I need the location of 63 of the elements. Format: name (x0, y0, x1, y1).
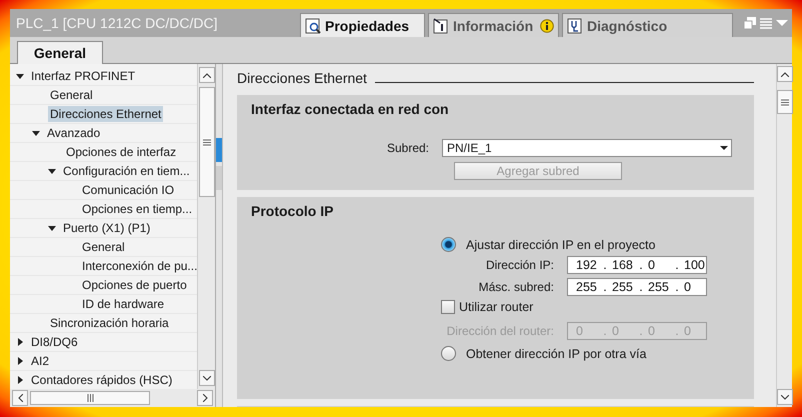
tree-item[interactable]: Interconexión de pu... (80, 258, 197, 274)
checkbox-label: Utilizar router (459, 300, 534, 314)
chevron-down-icon (202, 376, 210, 380)
tree-item[interactable]: Opciones en tiemp... (80, 201, 194, 217)
scroll-right-button[interactable] (197, 390, 213, 406)
magnifier-sheet-icon (305, 18, 321, 34)
scroll-thumb[interactable] (776, 90, 792, 114)
expanded-triangle-icon[interactable] (48, 167, 56, 175)
tree-item[interactable]: Comunicación IO (80, 182, 176, 198)
field-label: Dirección IP: (484, 258, 554, 272)
panel-tab[interactable]: Información (428, 13, 559, 37)
scroll-down-button[interactable] (198, 370, 214, 386)
ip-input-field[interactable]: 255 . 255 . 255 . 0 (567, 278, 707, 296)
scroll-thumb[interactable] (198, 87, 214, 197)
subnet-dropdown[interactable]: PN/IE_1 (442, 139, 732, 157)
scroll-down-button[interactable] (776, 389, 792, 405)
splitter-arrow-handle[interactable] (216, 166, 222, 190)
radio-button[interactable] (441, 346, 456, 361)
chevron-down-icon (780, 394, 788, 400)
tree-item[interactable]: Contadores rápidos (HSC) (29, 372, 174, 388)
tree-item[interactable]: General (80, 239, 127, 255)
collapsed-triangle-icon[interactable] (16, 376, 24, 384)
radio-button[interactable] (441, 237, 456, 252)
chevron-up-icon (780, 72, 788, 76)
ip-input-field[interactable]: 192 . 168 . 0 . 100 (567, 256, 707, 274)
tree-item[interactable]: Opciones de interfaz (64, 144, 178, 160)
panel-tab[interactable]: Propiedades (300, 13, 425, 37)
tree-item[interactable]: Avanzado (45, 125, 102, 141)
expanded-triangle-icon[interactable] (48, 224, 56, 232)
scroll-left-button[interactable] (12, 390, 28, 406)
tree-item[interactable]: AI2 (29, 353, 52, 369)
tree-item[interactable]: Opciones de puerto (80, 277, 189, 293)
checkbox[interactable] (441, 300, 455, 314)
tree-item[interactable]: Sincronización horaria (48, 315, 171, 331)
radio-label: Obtener dirección IP por otra vía (466, 346, 646, 360)
collapsed-triangle-icon[interactable] (16, 338, 24, 346)
radio-label: Ajustar dirección IP en el proyecto (466, 238, 656, 252)
chevron-up-icon (202, 72, 210, 78)
page-heading: Direcciones Ethernet (237, 70, 367, 86)
field-label: Másc. subred: (478, 280, 554, 294)
collapsed-triangle-icon[interactable] (16, 357, 24, 365)
section-tab[interactable]: General (17, 41, 103, 64)
scroll-up-button[interactable] (776, 66, 792, 82)
tree-item[interactable]: Configuración en tiem... (61, 163, 192, 179)
tree-item[interactable]: DI8/DQ6 (29, 334, 80, 350)
chevron-left-icon (18, 394, 22, 402)
horizontal-scroll-thumb[interactable] (30, 391, 150, 405)
panel-tab[interactable]: Diagnóstico (562, 13, 733, 37)
expanded-triangle-icon[interactable] (16, 72, 24, 80)
expanded-triangle-icon[interactable] (32, 129, 40, 137)
panel-title: PLC_1 [CPU 1212C DC/DC/DC] (16, 15, 219, 31)
section-title: Protocolo IP (251, 203, 334, 219)
chevron-right-icon (202, 394, 208, 402)
section-title: Interfaz conectada en red con (251, 101, 450, 117)
tree-item[interactable]: Direcciones Ethernet (48, 106, 164, 122)
scroll-up-button[interactable] (198, 67, 214, 83)
tree-item[interactable]: Puerto (X1) (P1) (61, 220, 152, 236)
splitter-handle[interactable] (216, 138, 222, 162)
tree-item[interactable]: General (48, 87, 95, 103)
subnet-label: Subred: (386, 141, 429, 155)
tree-item[interactable]: Interfaz PROFINET (29, 68, 138, 84)
tree-item[interactable]: ID de hardware (80, 296, 166, 312)
stethoscope-icon (567, 18, 583, 34)
